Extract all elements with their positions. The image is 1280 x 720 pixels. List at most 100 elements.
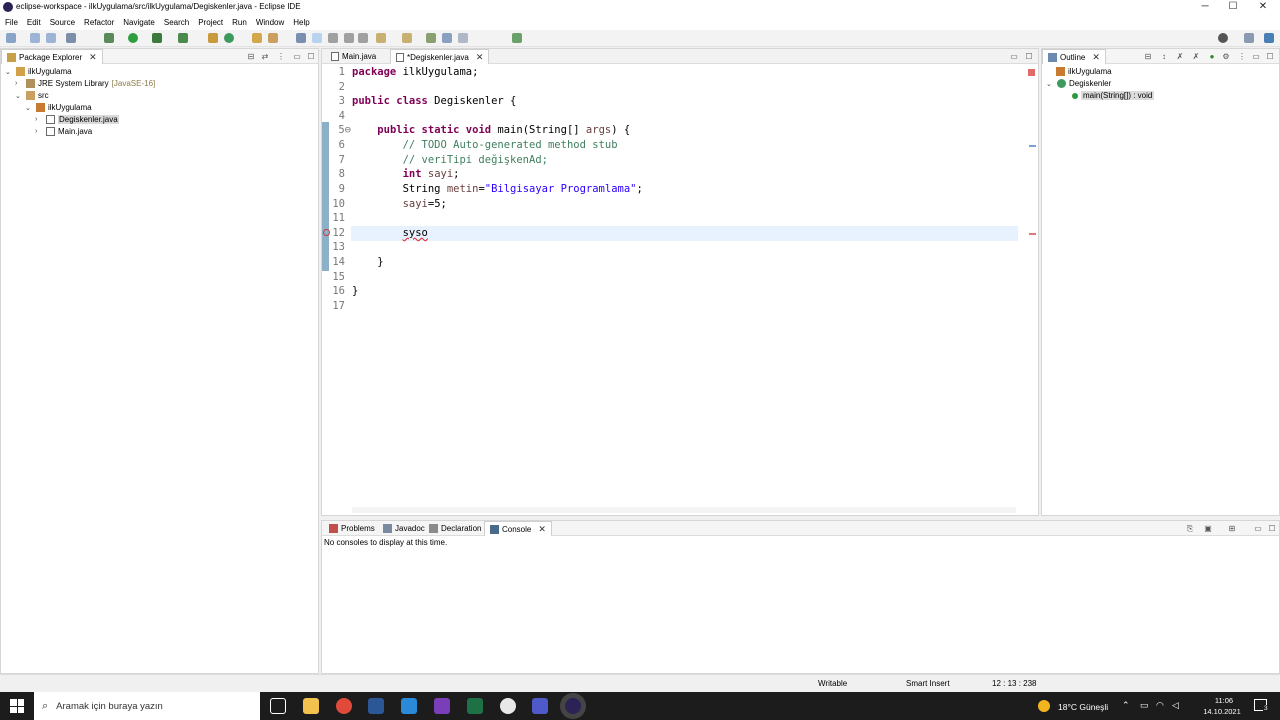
visual-studio-icon[interactable]: [434, 698, 450, 714]
wifi-icon[interactable]: ◠: [1156, 700, 1164, 711]
hide-nonpublic-icon[interactable]: ●: [1206, 52, 1218, 62]
chevron-right-icon[interactable]: ›: [35, 128, 43, 135]
minimize-button[interactable]: ─: [1190, 0, 1220, 14]
mark-occurrences-icon[interactable]: [312, 33, 322, 43]
chevron-down-icon[interactable]: ⌄: [1046, 80, 1054, 88]
clock-time[interactable]: 11:06: [1212, 696, 1236, 705]
terminal-icon[interactable]: [66, 33, 76, 43]
speaker-icon[interactable]: ◁: [1172, 700, 1179, 711]
show-whitespace-icon[interactable]: [358, 33, 368, 43]
tab-main-java[interactable]: Main.java: [326, 49, 381, 64]
link-editor-icon[interactable]: ⇄: [259, 52, 271, 62]
coverage-icon[interactable]: [152, 33, 162, 43]
word-icon[interactable]: [368, 698, 384, 714]
menu-edit[interactable]: Edit: [27, 18, 41, 27]
menu-source[interactable]: Source: [50, 18, 75, 27]
eclipse-taskbar-icon[interactable]: [565, 698, 581, 714]
forward-icon[interactable]: [458, 33, 468, 43]
tree-item[interactable]: › JRE System Library [JavaSE-16]: [15, 79, 155, 88]
outline-item[interactable]: ⌄ Degiskenler: [1046, 79, 1111, 88]
file-explorer-icon[interactable]: [303, 698, 319, 714]
tab-declaration[interactable]: Declaration: [424, 521, 486, 536]
tab-javadoc[interactable]: Javadoc: [378, 521, 430, 536]
tree-item[interactable]: ⌄ ilkUygulama: [5, 67, 72, 76]
tab-degiskenler-java[interactable]: *Degiskenler.java ✕: [390, 49, 490, 65]
tree-item[interactable]: ⌄ ilkUygulama: [25, 103, 92, 112]
open-console-icon[interactable]: ⊞: [1226, 524, 1238, 534]
line-number[interactable]: 5⊖: [329, 124, 351, 136]
hide-local-types-icon[interactable]: ⚙: [1220, 52, 1232, 62]
chevron-down-icon[interactable]: ⌄: [5, 68, 13, 76]
chevron-up-icon[interactable]: ⌃: [1122, 700, 1130, 711]
weather-text[interactable]: 18°C Güneşli: [1058, 702, 1108, 712]
run-icon[interactable]: [128, 33, 138, 43]
open-perspective-icon[interactable]: [1244, 33, 1254, 43]
tab-console[interactable]: Console ✕: [484, 521, 552, 536]
maximize-view-icon[interactable]: ☐: [1266, 524, 1278, 534]
collapse-all-icon[interactable]: ⊟: [1142, 52, 1154, 62]
collapse-all-icon[interactable]: ⊟: [245, 52, 257, 62]
network-icon[interactable]: ▭: [1140, 700, 1149, 711]
close-button[interactable]: ✕: [1248, 0, 1278, 14]
minimize-view-icon[interactable]: ▭: [1250, 52, 1262, 62]
menu-refactor[interactable]: Refactor: [84, 18, 114, 27]
pin-editor-icon[interactable]: [512, 33, 522, 43]
windows-start-icon[interactable]: [10, 699, 24, 713]
word-wrap-icon[interactable]: [328, 33, 338, 43]
pin-console-icon[interactable]: ⎘: [1184, 524, 1196, 534]
teams-icon[interactable]: [532, 698, 548, 714]
previous-annotation-icon[interactable]: [402, 33, 412, 43]
java-perspective-icon[interactable]: [1264, 33, 1274, 43]
menu-help[interactable]: Help: [293, 18, 309, 27]
chrome-icon[interactable]: [336, 698, 352, 714]
search-tool-icon[interactable]: [268, 33, 278, 43]
menu-file[interactable]: File: [5, 18, 18, 27]
save-icon[interactable]: [30, 33, 40, 43]
last-edit-icon[interactable]: [426, 33, 436, 43]
tree-item[interactable]: › Main.java: [35, 127, 92, 136]
block-selection-icon[interactable]: [344, 33, 354, 43]
sort-icon[interactable]: ↕: [1158, 52, 1170, 62]
menu-navigate[interactable]: Navigate: [123, 18, 155, 27]
close-icon[interactable]: ✕: [1092, 50, 1100, 65]
back-icon[interactable]: [442, 33, 452, 43]
taskbar-search-box[interactable]: ⌕ Aramak için buraya yazın: [34, 692, 260, 720]
tab-outline[interactable]: Outline ✕: [1042, 49, 1106, 64]
chevron-down-icon[interactable]: ⌄: [25, 104, 33, 112]
search-icon[interactable]: [1218, 33, 1228, 43]
close-icon[interactable]: ✕: [89, 50, 97, 65]
tab-problems[interactable]: Problems: [324, 521, 380, 536]
maximize-button[interactable]: ☐: [1218, 0, 1248, 14]
new-package-icon[interactable]: [208, 33, 218, 43]
view-menu-icon[interactable]: ⋮: [1236, 52, 1248, 62]
hide-fields-icon[interactable]: ✗: [1174, 52, 1186, 62]
maximize-view-icon[interactable]: ☐: [305, 52, 317, 62]
task-view-icon[interactable]: [270, 698, 286, 714]
open-type-icon[interactable]: [252, 33, 262, 43]
tree-item[interactable]: › Degiskenler.java: [35, 115, 119, 124]
external-tools-icon[interactable]: [178, 33, 188, 43]
tab-package-explorer[interactable]: Package Explorer ✕: [1, 49, 103, 64]
outline-item[interactable]: main(String[]) : void: [1072, 91, 1155, 100]
minimize-view-icon[interactable]: ▭: [291, 52, 303, 62]
vscode-icon[interactable]: [401, 698, 417, 714]
menu-search[interactable]: Search: [164, 18, 189, 27]
horizontal-scrollbar[interactable]: [352, 507, 1016, 513]
maximize-view-icon[interactable]: ☐: [1264, 52, 1276, 62]
tree-item[interactable]: ⌄ src: [15, 91, 49, 100]
new-class-icon[interactable]: [224, 33, 234, 43]
maximize-view-icon[interactable]: ☐: [1023, 52, 1035, 62]
menu-window[interactable]: Window: [256, 18, 284, 27]
save-all-icon[interactable]: [46, 33, 56, 43]
close-icon[interactable]: ✕: [476, 50, 484, 65]
debug-icon[interactable]: [104, 33, 114, 43]
close-icon[interactable]: ✕: [538, 522, 546, 537]
clock-date[interactable]: 14.10.2021: [1200, 707, 1244, 716]
hide-static-icon[interactable]: ✗: [1190, 52, 1202, 62]
app-icon[interactable]: [500, 698, 516, 714]
minimize-view-icon[interactable]: ▭: [1252, 524, 1264, 534]
view-menu-icon[interactable]: ⋮: [275, 52, 287, 62]
outline-item[interactable]: ilkUygulama: [1056, 67, 1112, 76]
new-icon[interactable]: [6, 33, 16, 43]
chevron-down-icon[interactable]: ⌄: [15, 92, 23, 100]
